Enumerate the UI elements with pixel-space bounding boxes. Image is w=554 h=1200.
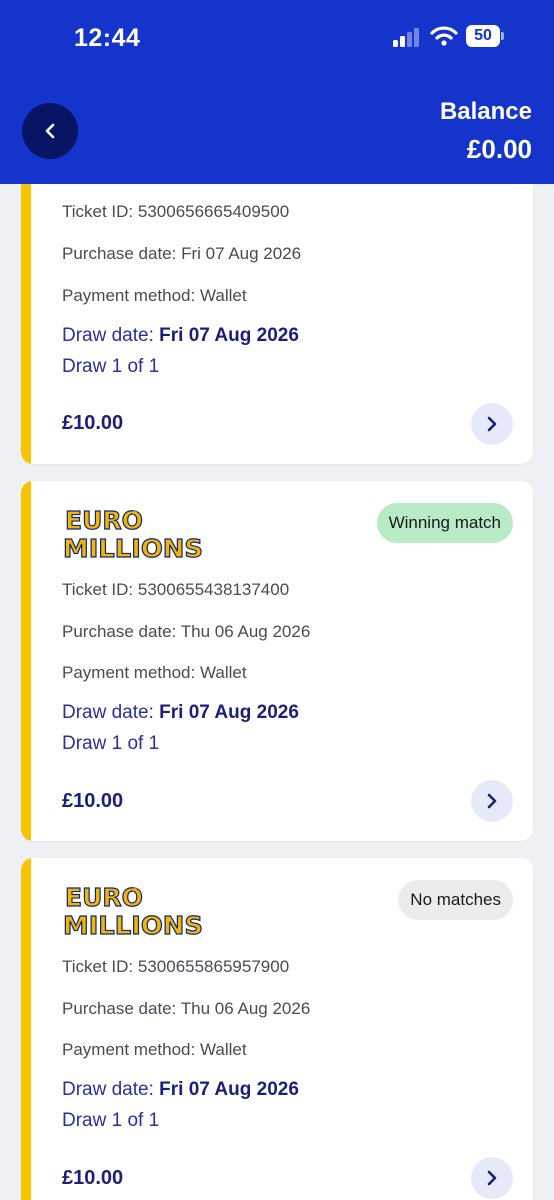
svg-text:MILLIONS: MILLIONS <box>63 534 203 563</box>
chevron-right-icon <box>487 793 497 809</box>
payment-method: Payment method: Wallet <box>62 286 247 305</box>
svg-text:★: ★ <box>131 508 138 517</box>
purchase-date: Purchase date: Fri 07 Aug 2026 <box>62 244 302 263</box>
draw-date: Draw date: Fri 07 Aug 2026 <box>62 1079 299 1100</box>
app-header: 12:44 50 Balance £0.00 <box>0 0 554 184</box>
wifi-icon <box>430 26 458 46</box>
ticket-id: Ticket ID: 5300655438137400 <box>62 580 290 599</box>
ticket-details-button[interactable] <box>471 403 513 445</box>
chevron-right-icon <box>487 416 497 432</box>
ticket-details-button[interactable] <box>471 780 513 822</box>
ticket-id: Ticket ID: 5300655865957900 <box>62 957 290 976</box>
ticket-card[interactable]: EURO ★ MILLIONS No matches Ticket ID: 53… <box>21 858 533 1200</box>
battery-level: 50 <box>466 25 500 47</box>
ticket-card[interactable]: EURO ★ MILLIONS Winning match Ticket ID:… <box>21 481 533 841</box>
cellular-signal-icon <box>393 28 419 47</box>
back-button[interactable] <box>22 103 78 159</box>
battery-icon: 50 <box>466 25 504 47</box>
draw-date: Draw date: Fri 07 Aug 2026 <box>62 702 299 723</box>
ticket-id: Ticket ID: 5300656665409500 <box>62 202 290 221</box>
svg-text:MILLIONS: MILLIONS <box>63 911 203 940</box>
euromillions-logo: EURO ★ MILLIONS <box>62 505 203 563</box>
chevron-right-icon <box>487 1170 497 1186</box>
ticket-details-button[interactable] <box>471 1157 513 1199</box>
draw-count: Draw 1 of 1 <box>62 733 160 754</box>
payment-method: Payment method: Wallet <box>62 1040 247 1059</box>
euromillions-logo: EURO ★ MILLIONS <box>62 882 203 940</box>
draw-date: Draw date: Fri 07 Aug 2026 <box>62 325 299 346</box>
ticket-price: £10.00 <box>62 412 124 434</box>
balance-value: £0.00 <box>466 134 532 164</box>
ticket-price: £10.00 <box>62 1167 124 1189</box>
purchase-date: Purchase date: Thu 06 Aug 2026 <box>62 999 311 1018</box>
balance-label: Balance <box>439 98 532 125</box>
ticket-card[interactable]: Ticket ID: 5300656665409500 Purchase dat… <box>21 150 533 464</box>
svg-text:★: ★ <box>131 885 138 894</box>
ticket-price: £10.00 <box>62 790 124 812</box>
status-time: 12:44 <box>74 24 141 52</box>
draw-count: Draw 1 of 1 <box>62 356 160 377</box>
status-badge: No matches <box>398 880 513 920</box>
status-badge: Winning match <box>376 503 513 543</box>
purchase-date: Purchase date: Thu 06 Aug 2026 <box>62 622 311 641</box>
draw-count: Draw 1 of 1 <box>62 1110 160 1131</box>
payment-method: Payment method: Wallet <box>62 663 247 682</box>
chevron-left-icon <box>45 123 55 139</box>
status-bar: 12:44 50 <box>0 0 554 76</box>
